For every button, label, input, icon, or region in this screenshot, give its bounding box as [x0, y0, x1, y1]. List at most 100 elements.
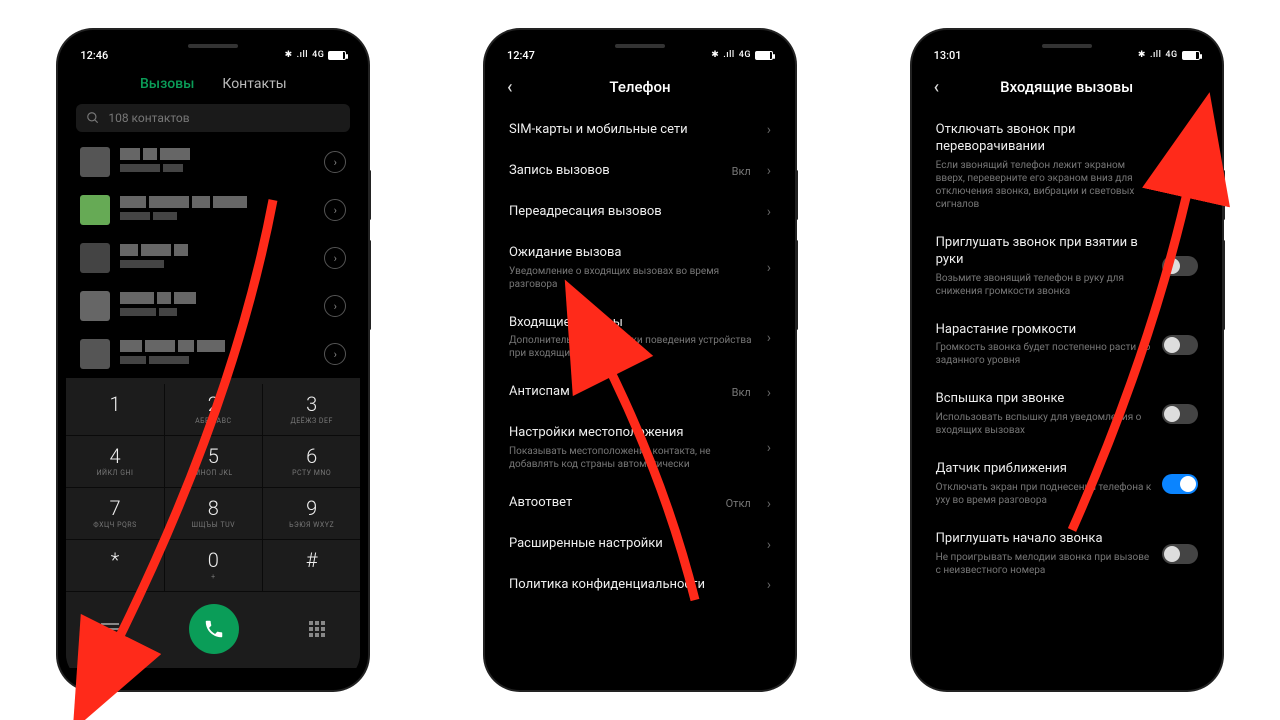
status-bar: 13:01 ✱.ıll4G — [920, 38, 1214, 66]
settings-item[interactable]: SIM-карты и мобильные сети › — [509, 110, 771, 151]
item-title: Входящие вызовы — [509, 315, 757, 332]
info-icon[interactable]: › — [324, 151, 346, 173]
toggle-switch[interactable] — [1162, 335, 1198, 355]
dialpad: 1 2АБВГ ABC 3ДЕЁЖЗ DEF 4ИЙКЛ GHI 5МНОП J… — [66, 378, 360, 668]
dial-8[interactable]: 8ШЩЪЫ TUV — [165, 488, 263, 540]
dialer-screen: 12:46 ✱.ıll4G Вызовы Контакты 108 контак… — [66, 38, 360, 682]
status-bar: 12:47 ✱.ıll4G — [493, 38, 787, 66]
chevron-right-icon: › — [767, 577, 771, 593]
dial-1[interactable]: 1 — [66, 384, 164, 436]
call-button[interactable] — [189, 604, 239, 654]
chevron-right-icon: › — [767, 537, 771, 553]
phone-settings-screen: 12:47 ✱.ıll4G ‹ Телефон SIM-карты и моби… — [493, 38, 787, 682]
clock: 13:01 — [934, 49, 962, 62]
info-icon[interactable]: › — [324, 343, 346, 365]
incoming-calls-screen: 13:01 ✱.ıll4G ‹ Входящие вызовы Отключат… — [920, 38, 1214, 682]
settings-toggle-item[interactable]: Датчик приближения Отключать экран при п… — [936, 449, 1198, 519]
settings-item[interactable]: Политика конфиденциальности › — [509, 565, 771, 606]
phone-mockup-3: 13:01 ✱.ıll4G ‹ Входящие вызовы Отключат… — [912, 30, 1222, 690]
dial-3[interactable]: 3ДЕЁЖЗ DEF — [263, 384, 360, 436]
toggle-switch[interactable] — [1162, 544, 1198, 564]
item-title: Политика конфиденциальности — [509, 577, 757, 594]
settings-item[interactable]: Запись вызовов Вкл › — [509, 151, 771, 192]
settings-item[interactable]: Расширенные настройки › — [509, 524, 771, 565]
call-log[interactable]: › › › › › — [66, 138, 360, 378]
settings-item[interactable]: Переадресация вызовов › — [509, 192, 771, 233]
item-title: Антиспам — [509, 384, 722, 401]
item-title: Запись вызовов — [509, 163, 722, 180]
settings-item[interactable]: Ожидание вызова Уведомление о входящих в… — [509, 233, 771, 303]
settings-toggle-item[interactable]: Отключать звонок при переворачивании Есл… — [936, 110, 1198, 223]
phone-icon — [203, 618, 225, 640]
back-button[interactable]: ‹ — [507, 77, 513, 98]
item-value: Вкл — [732, 165, 751, 178]
chevron-right-icon: › — [767, 260, 771, 276]
back-button[interactable]: ‹ — [934, 77, 940, 98]
toggle-switch[interactable] — [1162, 156, 1198, 176]
settings-toggle-item[interactable]: Приглушать начало звонка Не проигрывать … — [936, 519, 1198, 589]
chevron-right-icon: › — [767, 122, 771, 138]
call-row[interactable]: › — [66, 186, 360, 234]
status-icons: ✱.ıll4G — [1138, 50, 1200, 60]
header: ‹ Телефон — [493, 66, 787, 110]
phone-mockup-1: 12:46 ✱.ıll4G Вызовы Контакты 108 контак… — [58, 30, 368, 690]
call-row[interactable]: › — [66, 282, 360, 330]
settings-list[interactable]: Отключать звонок при переворачивании Есл… — [920, 110, 1214, 589]
tab-calls[interactable]: Вызовы — [140, 76, 194, 92]
item-title: Приглушать звонок при взятии в руки — [936, 235, 1152, 269]
dial-5[interactable]: 5МНОП JKL — [165, 436, 263, 488]
dial-0[interactable]: 0+ — [165, 540, 263, 592]
tab-contacts[interactable]: Контакты — [222, 76, 286, 92]
chevron-right-icon: › — [767, 163, 771, 179]
item-value: Откл — [726, 497, 751, 510]
info-icon[interactable]: › — [324, 247, 346, 269]
chevron-right-icon: › — [767, 440, 771, 456]
clock: 12:46 — [80, 49, 108, 62]
dial-star[interactable]: * — [66, 540, 164, 592]
item-title: SIM-карты и мобильные сети — [509, 122, 757, 139]
toggle-switch[interactable] — [1162, 404, 1198, 424]
info-icon[interactable]: › — [324, 295, 346, 317]
dial-2[interactable]: 2АБВГ ABC — [165, 384, 263, 436]
search-icon — [86, 111, 100, 125]
call-row[interactable]: › — [66, 138, 360, 186]
item-title: Отключать звонок при переворачивании — [936, 122, 1152, 156]
page-title: Телефон — [609, 78, 670, 96]
item-desc: Использовать вспышку для уведомления о в… — [936, 411, 1152, 437]
tabs: Вызовы Контакты — [66, 66, 360, 104]
settings-toggle-item[interactable]: Приглушать звонок при взятии в руки Возь… — [936, 223, 1198, 310]
chevron-right-icon: › — [767, 385, 771, 401]
call-row[interactable]: › — [66, 330, 360, 378]
dial-6[interactable]: 6РСТУ MNO — [263, 436, 360, 488]
item-title: Приглушать начало звонка — [936, 531, 1152, 548]
dial-7[interactable]: 7ФХЦЧ PQRS — [66, 488, 164, 540]
item-desc: Дополнительные настройки поведения устро… — [509, 334, 757, 360]
settings-item[interactable]: Антиспам Вкл › — [509, 372, 771, 413]
dial-9[interactable]: 9ЬЭЮЯ WXYZ — [263, 488, 360, 540]
chevron-right-icon: › — [767, 204, 771, 220]
item-desc: Громкость звонка будет постепенно расти … — [936, 341, 1152, 367]
dial-4[interactable]: 4ИЙКЛ GHI — [66, 436, 164, 488]
item-desc: Показывать местоположение контакта, не д… — [509, 445, 757, 471]
toggle-switch[interactable] — [1162, 256, 1198, 276]
item-title: Автоответ — [509, 495, 716, 512]
item-title: Вспышка при звонке — [936, 391, 1152, 408]
info-icon[interactable]: › — [324, 199, 346, 221]
settings-toggle-item[interactable]: Нарастание громкости Громкость звонка бу… — [936, 310, 1198, 380]
call-row[interactable]: › — [66, 234, 360, 282]
settings-list[interactable]: SIM-карты и мобильные сети › Запись вызо… — [493, 110, 787, 606]
item-title: Настройки местоположения — [509, 425, 757, 442]
status-bar: 12:46 ✱.ıll4G — [66, 38, 360, 66]
search-input[interactable]: 108 контактов — [76, 104, 350, 132]
settings-toggle-item[interactable]: Вспышка при звонке Использовать вспышку … — [936, 379, 1198, 449]
menu-button[interactable] — [101, 623, 119, 635]
settings-item[interactable]: Автоответ Откл › — [509, 483, 771, 524]
settings-item[interactable]: Входящие вызовы Дополнительные настройки… — [509, 303, 771, 373]
settings-item[interactable]: Настройки местоположения Показывать мест… — [509, 413, 771, 483]
dial-hash[interactable]: # — [263, 540, 360, 592]
keypad-toggle-icon[interactable] — [309, 621, 325, 637]
phone-mockup-2: 12:47 ✱.ıll4G ‹ Телефон SIM-карты и моби… — [485, 30, 795, 690]
item-desc: Отключать экран при поднесении телефона … — [936, 481, 1152, 507]
toggle-switch[interactable] — [1162, 474, 1198, 494]
item-title: Ожидание вызова — [509, 245, 757, 262]
